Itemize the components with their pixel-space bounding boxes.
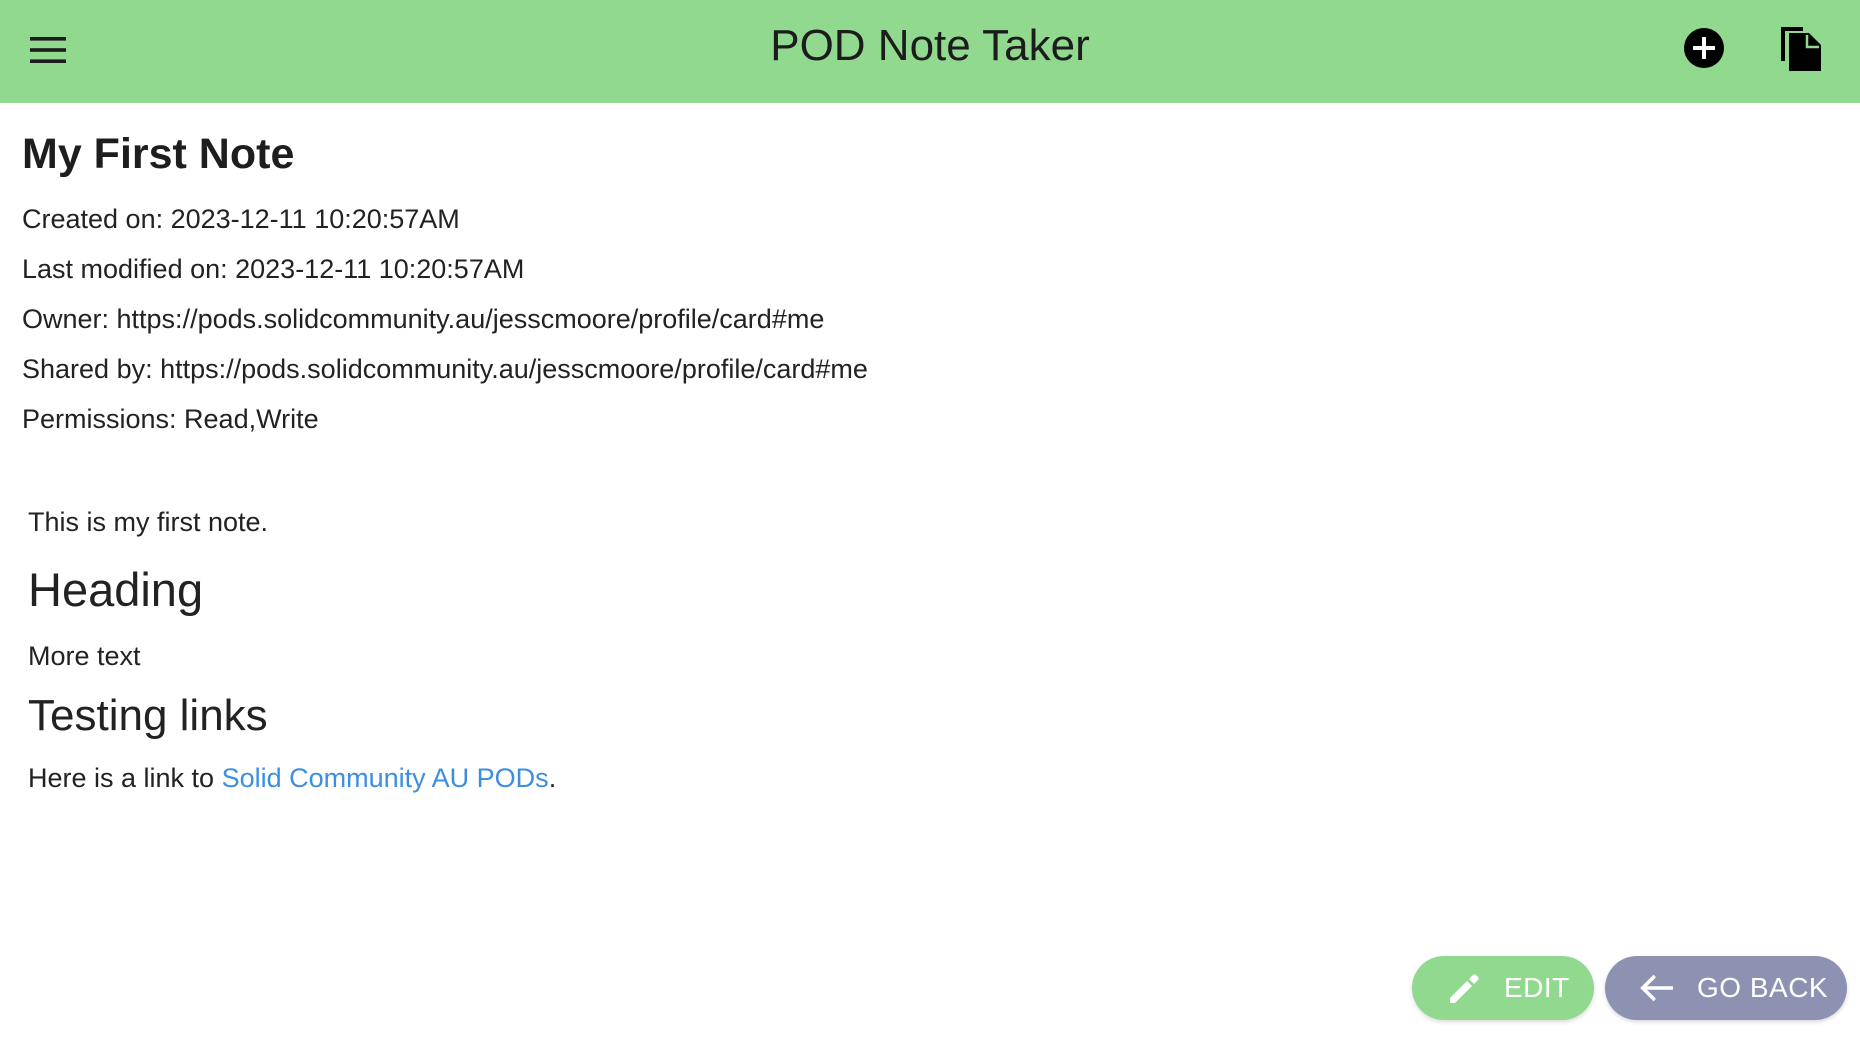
pencil-icon bbox=[1450, 974, 1479, 1003]
link-suffix-text: . bbox=[548, 763, 557, 793]
note-details: My First Note Created on: 2023-12-11 10:… bbox=[22, 120, 1822, 444]
edit-button[interactable]: EDIT bbox=[1412, 956, 1594, 1020]
note-body: This is my first note. Heading More text… bbox=[28, 500, 1728, 800]
files-button[interactable] bbox=[1777, 23, 1825, 73]
owner-text: Owner: https://pods.solidcommunity.au/je… bbox=[22, 304, 825, 334]
note-heading: Heading bbox=[28, 563, 204, 616]
go-back-button-label: GO BACK bbox=[1697, 972, 1829, 1003]
last-modified-text: Last modified on: 2023-12-11 10:20:57AM bbox=[22, 254, 525, 284]
shared-by-text: Shared by: https://pods.solidcommunity.a… bbox=[22, 354, 868, 384]
created-on-text: Created on: 2023-12-11 10:20:57AM bbox=[22, 204, 460, 234]
note-paragraph-2: More text bbox=[28, 641, 141, 671]
note-link-paragraph: Here is a link to Solid Community AU POD… bbox=[28, 756, 1728, 800]
link-prefix-text: Here is a link to bbox=[28, 763, 222, 793]
edit-button-label: EDIT bbox=[1504, 972, 1570, 1003]
add-circle-icon bbox=[1684, 28, 1724, 68]
note-heading-2: Testing links bbox=[28, 691, 268, 740]
permissions-text: Permissions: Read,Write bbox=[22, 404, 319, 434]
go-back-button[interactable]: GO BACK bbox=[1605, 956, 1847, 1020]
app-bar: POD Note Taker bbox=[0, 0, 1860, 103]
note-title: My First Note bbox=[22, 130, 295, 178]
note-paragraph: This is my first note. bbox=[28, 507, 269, 537]
files-icon bbox=[1781, 27, 1821, 71]
menu-button[interactable] bbox=[24, 26, 72, 74]
add-note-button[interactable] bbox=[1680, 24, 1728, 72]
app-title: POD Note Taker bbox=[770, 21, 1090, 70]
menu-icon bbox=[30, 37, 66, 63]
solid-community-link[interactable]: Solid Community AU PODs bbox=[222, 763, 549, 793]
arrow-left-icon bbox=[1640, 974, 1673, 1002]
